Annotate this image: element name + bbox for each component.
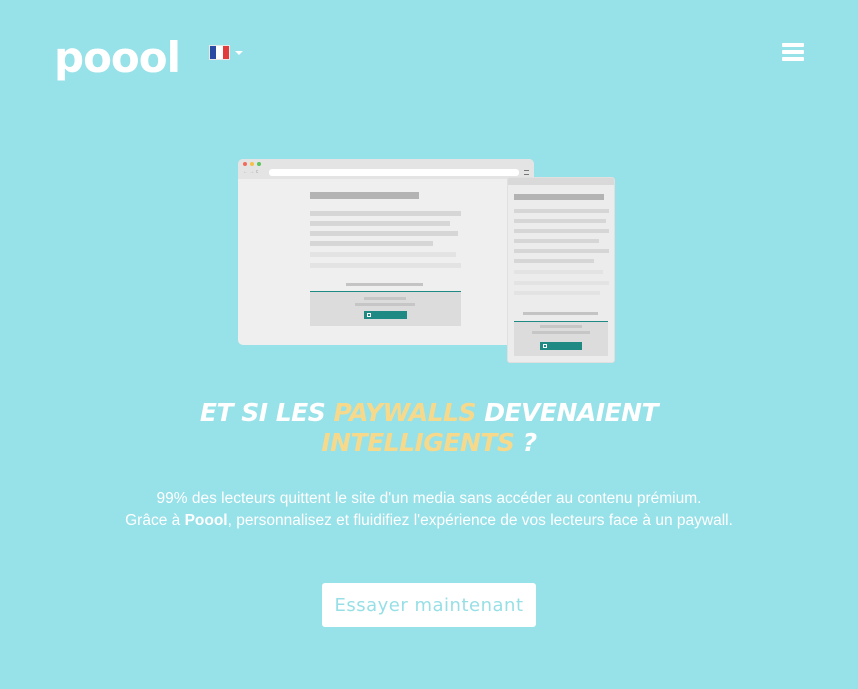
text-line-placeholder — [355, 303, 415, 306]
hamburger-menu-icon[interactable] — [782, 43, 804, 61]
text-line-placeholder — [532, 331, 590, 334]
text-line-placeholder — [310, 211, 461, 216]
paywall-box — [310, 291, 461, 326]
headline-highlight: INTELLIGENTS — [321, 428, 515, 457]
text-line-placeholder — [310, 241, 433, 246]
paywall-box — [514, 321, 608, 356]
description-text: 99% des lecteurs quittent le site d'un m… — [156, 490, 702, 507]
paywall-button — [364, 311, 407, 319]
desktop-browser-mockup: ← → c — [238, 159, 534, 345]
text-line-placeholder — [514, 270, 603, 274]
try-now-button[interactable]: Essayer maintenant — [322, 583, 536, 627]
url-bar — [269, 169, 519, 176]
text-line-placeholder — [514, 209, 609, 213]
browser-nav-icon: ← → c — [243, 169, 259, 175]
text-line-placeholder — [540, 325, 582, 328]
paywall-illustration: ← → c — [238, 159, 616, 364]
description-text: Grâce à — [125, 512, 185, 529]
text-line-placeholder — [514, 229, 609, 233]
text-line-placeholder — [310, 263, 461, 268]
mobile-mockup — [507, 177, 615, 363]
text-line-placeholder — [514, 291, 600, 295]
text-line-placeholder — [364, 297, 406, 300]
headline-text: ET SI LES — [199, 398, 334, 427]
article-title-placeholder — [310, 192, 419, 199]
text-line-placeholder — [310, 221, 450, 226]
text-line-placeholder — [514, 259, 594, 263]
paywall-button — [540, 342, 582, 350]
window-dots-icon — [243, 162, 261, 166]
brand-name: Poool — [184, 512, 228, 529]
browser-menu-icon — [524, 170, 529, 175]
text-line-placeholder — [523, 312, 598, 315]
france-flag-icon — [209, 45, 230, 60]
text-line-placeholder — [514, 219, 606, 223]
article-title-placeholder — [514, 194, 604, 200]
hero-description: 99% des lecteurs quittent le site d'un m… — [125, 488, 733, 532]
text-line-placeholder — [310, 231, 458, 236]
hero-headline: ET SI LES PAYWALLS DEVENAIENT INTELLIGEN… — [0, 398, 858, 458]
text-line-placeholder — [346, 283, 423, 286]
poool-logo[interactable]: poool — [54, 34, 181, 82]
text-line-placeholder — [514, 281, 609, 285]
text-line-placeholder — [514, 239, 599, 243]
language-selector[interactable] — [209, 45, 243, 60]
text-line-placeholder — [514, 249, 609, 253]
headline-text: ? — [514, 428, 538, 457]
caret-down-icon — [235, 50, 243, 55]
text-line-placeholder — [310, 252, 456, 257]
browser-toolbar: ← → c — [238, 159, 534, 179]
description-text: , personnalisez et fluidifiez l'expérien… — [227, 512, 733, 529]
headline-highlight: PAYWALLS — [333, 398, 476, 427]
headline-text: DEVENAIENT — [475, 398, 659, 427]
mobile-toolbar — [508, 178, 614, 185]
